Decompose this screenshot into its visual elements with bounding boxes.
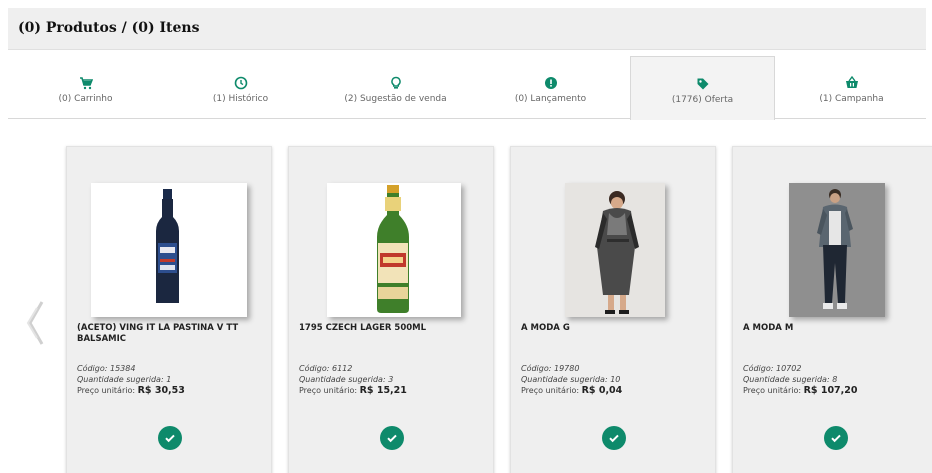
cart-icon	[79, 77, 93, 90]
tab-label: (1) Histórico	[212, 94, 269, 104]
product-name: 1795 CZECH LAGER 500ML	[299, 323, 427, 333]
product-card[interactable]: 1795 CZECH LAGER 500ML Código: 6112 Quan…	[288, 146, 494, 473]
price-label: Preço unitário:	[521, 386, 580, 395]
product-code: 10702	[776, 364, 802, 373]
product-image	[565, 183, 665, 317]
tab-label: (0) Lançamento	[514, 94, 587, 104]
tab-label: (1776) Oferta	[671, 95, 734, 105]
price-label: Preço unitário:	[299, 386, 358, 395]
product-meta: Código: 15384 Quantidade sugerida: 1 Pre…	[77, 363, 265, 396]
check-icon	[165, 434, 175, 443]
tab-label: (2) Sugestão de venda	[344, 94, 447, 104]
woman-dress-image	[565, 183, 665, 317]
qty-label: Quantidade sugerida:	[77, 375, 164, 384]
carousel-prev-arrow-icon[interactable]	[24, 300, 46, 346]
vinegar-bottle-image	[91, 183, 247, 317]
new-badge-icon	[544, 77, 557, 89]
product-price: R$ 15,21	[359, 385, 407, 396]
select-product-button[interactable]	[824, 426, 848, 450]
price-label: Preço unitário:	[77, 386, 136, 395]
tab-oferta[interactable]: (1776) Oferta	[630, 56, 775, 120]
code-label: Código:	[299, 364, 330, 373]
product-price: R$ 0,04	[581, 385, 623, 396]
page-title: (0) Produtos / (0) Itens	[18, 20, 200, 36]
product-code: 6112	[332, 364, 353, 373]
qty-label: Quantidade sugerida:	[743, 375, 830, 384]
man-casual-image	[789, 183, 885, 317]
check-icon	[387, 434, 397, 443]
product-image	[789, 183, 885, 317]
basket-icon	[845, 76, 858, 88]
beer-bottle-image	[327, 183, 461, 317]
product-qty: 8	[832, 375, 838, 384]
product-price: R$ 107,20	[803, 385, 858, 396]
check-icon	[831, 434, 841, 443]
tab-campanha[interactable]: (1) Campanha	[777, 56, 926, 119]
price-label: Preço unitário:	[743, 386, 802, 395]
tab-label: (1) Campanha	[819, 94, 884, 104]
tab-historico[interactable]: (1) Histórico	[163, 56, 318, 119]
product-price: R$ 30,53	[137, 385, 185, 396]
product-name: A MODA M	[743, 323, 794, 333]
product-qty: 3	[388, 375, 394, 384]
code-label: Código:	[521, 364, 552, 373]
tab-sugestao[interactable]: (2) Sugestão de venda	[318, 56, 473, 119]
product-meta: Código: 10702 Quantidade sugerida: 8 Pre…	[743, 363, 931, 396]
tab-label: (0) Carrinho	[58, 94, 113, 104]
code-label: Código:	[77, 364, 108, 373]
product-card[interactable]: A MODA G Código: 19780 Quantidade sugeri…	[510, 146, 716, 473]
tab-bar: (0) Carrinho (1) Histórico (2) Sugestão …	[8, 56, 926, 120]
product-qty: 10	[610, 375, 621, 384]
product-code: 15384	[110, 364, 136, 373]
qty-label: Quantidade sugerida:	[521, 375, 608, 384]
product-meta: Código: 6112 Quantidade sugerida: 3 Preç…	[299, 363, 487, 396]
page-header: (0) Produtos / (0) Itens	[8, 8, 926, 50]
code-label: Código:	[743, 364, 774, 373]
product-name: (ACETO) VING IT LA PASTINA V TT BALSAMIC	[77, 323, 239, 344]
product-name: A MODA G	[521, 323, 570, 333]
product-meta: Código: 19780 Quantidade sugerida: 10 Pr…	[521, 363, 709, 396]
select-product-button[interactable]	[158, 426, 182, 450]
tab-lancamento[interactable]: (0) Lançamento	[473, 56, 628, 119]
select-product-button[interactable]	[380, 426, 404, 450]
product-card[interactable]: A MODA M Código: 10702 Quantidade sugeri…	[732, 146, 932, 473]
product-image	[327, 183, 461, 317]
tab-carrinho[interactable]: (0) Carrinho	[8, 56, 163, 119]
product-qty: 1	[166, 375, 172, 384]
qty-label: Quantidade sugerida:	[299, 375, 386, 384]
tag-icon	[697, 78, 708, 90]
check-icon	[609, 434, 619, 443]
product-card[interactable]: (ACETO) VING IT LA PASTINA V TT BALSAMIC…	[66, 146, 272, 473]
select-product-button[interactable]	[602, 426, 626, 450]
lightbulb-icon	[390, 76, 401, 89]
product-image	[91, 183, 247, 317]
product-code: 19780	[554, 364, 580, 373]
history-icon	[234, 76, 247, 90]
